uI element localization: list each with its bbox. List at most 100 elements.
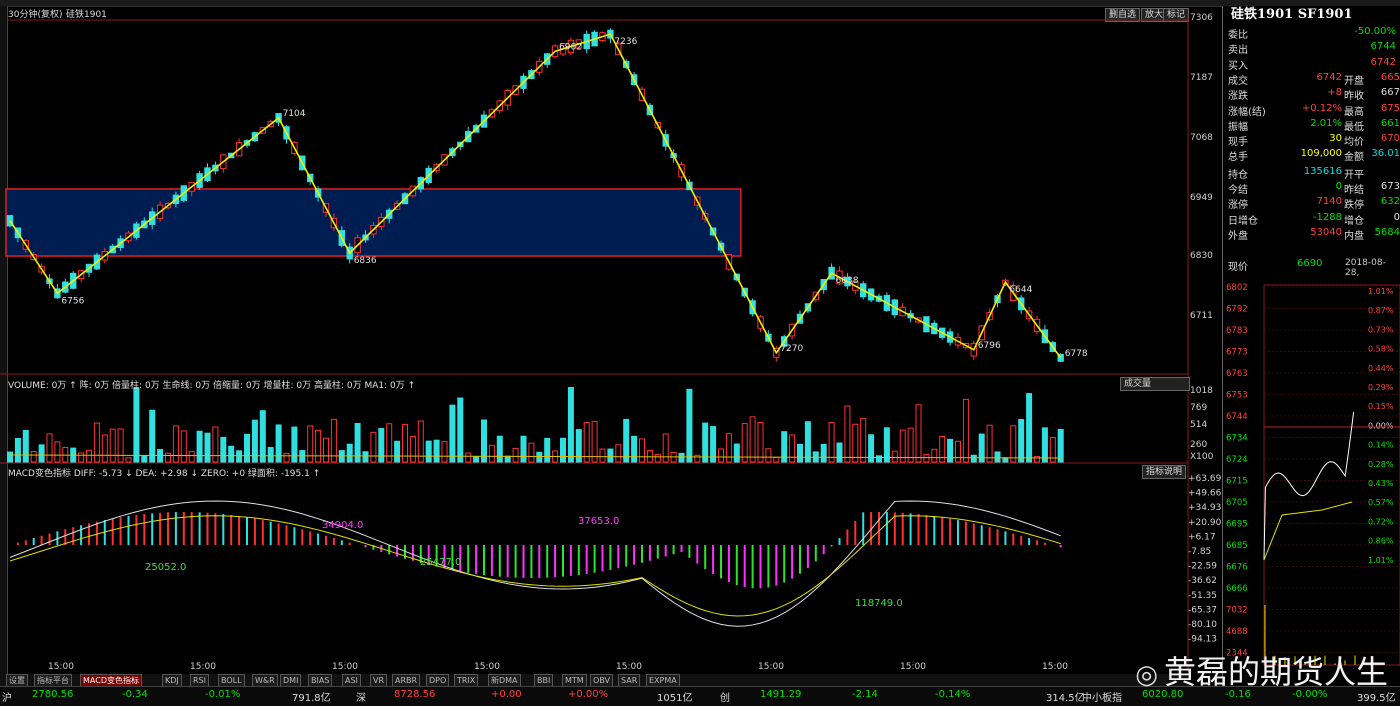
- quote-row: 日增仓 -1288 增仓 0: [1225, 212, 1400, 227]
- quote-row: 持仓 135616 开平: [1225, 166, 1400, 181]
- price-axis-label: 7068: [1190, 133, 1213, 143]
- volume-bar: [962, 398, 969, 463]
- volume-bar: [30, 451, 37, 463]
- mini-right-tick: 1.01%: [1368, 556, 1394, 565]
- volume-bar: [1018, 419, 1025, 463]
- volume-bar: [970, 454, 977, 463]
- volume-bar: [955, 440, 961, 463]
- macd-axis-label: -22.59: [1188, 562, 1217, 572]
- volume-bar: [149, 409, 156, 463]
- mini-left-tick: 6744: [1226, 412, 1248, 422]
- volume-axis-label: 769: [1190, 403, 1207, 413]
- macd-axis-label: -94.13: [1188, 635, 1217, 645]
- time-label: 15:00: [332, 662, 358, 672]
- volume-bar: [54, 441, 61, 463]
- macd-area-label: 25052.0: [145, 562, 186, 573]
- volume-bar: [441, 441, 448, 463]
- volume-bar: [212, 426, 219, 463]
- volume-axis-label: 1018: [1190, 386, 1213, 396]
- zigzag-label: 6756: [61, 296, 84, 306]
- indicator-help-button[interactable]: 指标说明: [1142, 465, 1187, 479]
- volume-bar: [883, 427, 890, 463]
- macd-axis-label: +34.93: [1188, 503, 1221, 513]
- main-chart[interactable]: 6756 7104 6836 6962 7236 7270 6638 6796 6644 6778…: [0, 0, 1222, 686]
- mini-right-tick: 0.44%: [1368, 364, 1394, 373]
- quote-value2: 667: [1380, 87, 1400, 99]
- zigzag-label: 6778: [1065, 349, 1088, 359]
- volume-bar: [409, 436, 416, 463]
- quote-value: 30: [1329, 133, 1342, 145]
- intraday-mini-chart[interactable]: 6802 6792 6783 6773 6763 6753 6744 6734 6724 6715…: [1222, 280, 1400, 686]
- volume-bar: [196, 430, 203, 463]
- volume-bar: [370, 431, 377, 463]
- volume-bar: [228, 445, 235, 463]
- zigzag-label: 6644: [1009, 285, 1032, 295]
- quote-value: 6742: [1370, 56, 1396, 68]
- volume-bar: [362, 451, 369, 463]
- status-item: 中小板指: [1082, 693, 1122, 704]
- quote-value: 7140: [1316, 196, 1342, 208]
- quote-key: 涨跌: [1228, 91, 1248, 103]
- volume-bar: [465, 452, 472, 463]
- volume-bar: [749, 416, 756, 463]
- volume-bar: [560, 437, 566, 463]
- quote-value2: 670: [1380, 133, 1400, 145]
- quote-row: 委比 -50.00%: [1225, 26, 1400, 41]
- volume-bar: [473, 456, 480, 463]
- volume-bar: [307, 425, 314, 463]
- volume-bar: [860, 417, 867, 463]
- quote-value: 2.01%: [1310, 117, 1342, 129]
- quote-key: 涨幅(结): [1228, 106, 1266, 118]
- volume-bar: [536, 451, 543, 463]
- quote-key2: 昨结: [1344, 185, 1364, 196]
- volume-bar: [1034, 456, 1040, 463]
- volume-bar: [844, 405, 851, 463]
- quote-key: 日增仓: [1228, 215, 1258, 227]
- quote-key2: 均价: [1344, 137, 1364, 149]
- volume-bar: [694, 454, 701, 463]
- quote-key: 振幅: [1228, 121, 1248, 133]
- quote-key: 总手: [1228, 152, 1248, 164]
- volume-bar: [591, 420, 598, 463]
- volume-bar: [109, 428, 116, 463]
- weibo-icon: ◎: [1135, 660, 1158, 690]
- volume-bar: [346, 443, 353, 463]
- volume-bar: [733, 443, 740, 463]
- volume-bar: [1057, 428, 1064, 463]
- mini-right-tick: 0.87%: [1368, 306, 1394, 315]
- mini-left-tick: 6763: [1226, 369, 1248, 379]
- volume-dropdown[interactable]: 成交量: [1120, 377, 1190, 391]
- time-label: 15:00: [758, 662, 784, 672]
- volume-header: VOLUME: 0万 ↑ 阵: 0万 倍量柱: 0万 生命线: 0万 倍缩量: …: [8, 381, 416, 391]
- macd-axis-label: +20.90: [1188, 518, 1222, 528]
- volume-bar: [275, 424, 282, 463]
- quote-row: 今结 0 昨结 673: [1225, 181, 1400, 196]
- zigzag-label: 7270: [780, 344, 803, 354]
- volume-bar: [165, 452, 171, 463]
- watermark: ◎ 黄磊的期货人生: [1135, 653, 1388, 691]
- price-axis-label: 6949: [1190, 193, 1213, 203]
- volume-bar: [931, 448, 938, 463]
- volume-bar: [496, 435, 503, 463]
- time-label: 15:00: [190, 662, 216, 672]
- status-item: 8728.56: [394, 689, 436, 700]
- quote-value: -50.00%: [1354, 26, 1396, 37]
- time-label: 15:00: [1042, 662, 1068, 672]
- mini-left-tick: 6705: [1226, 498, 1248, 508]
- volume-bar: [504, 455, 511, 463]
- volume-bar: [204, 432, 211, 463]
- mini-left-tick: 6734: [1226, 434, 1248, 444]
- quote-row: 外盘 53040 内盘 5684: [1225, 227, 1400, 242]
- price-axes: 7306 7187 7068 6949 6830 6711 1018 769 514 260 X10…: [1188, 13, 1222, 645]
- status-item: +0.00: [491, 689, 522, 700]
- volume-bar: [172, 425, 179, 463]
- status-item: 2780.56: [32, 689, 74, 700]
- volume-bar: [512, 447, 519, 463]
- mini-left-tick: 6802: [1226, 283, 1248, 293]
- volume-bar: [939, 436, 946, 463]
- quote-value2: 675: [1380, 102, 1400, 114]
- volume-bar: [259, 410, 266, 463]
- time-label: 15:00: [616, 662, 642, 672]
- volume-bar: [765, 448, 772, 463]
- mini-left-tick: 6666: [1226, 584, 1248, 594]
